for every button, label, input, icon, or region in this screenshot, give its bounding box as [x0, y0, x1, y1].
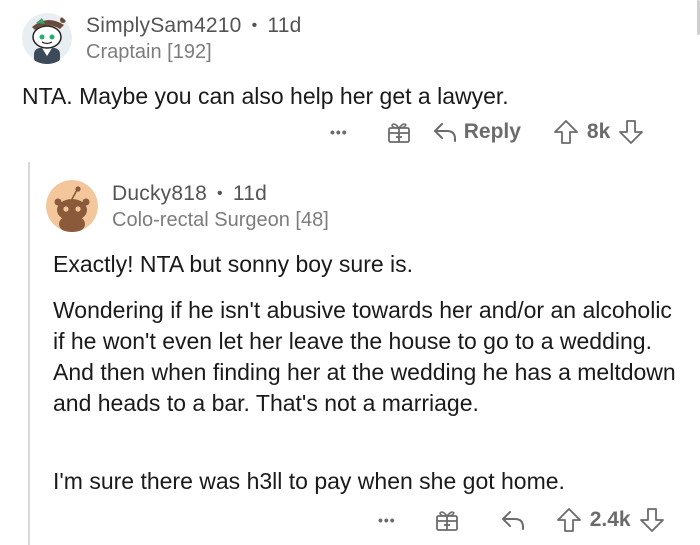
- user-flair: Craptain [192]: [86, 41, 212, 63]
- upvote-button[interactable]: [553, 119, 579, 145]
- comment-actions-2: ••• 2.4k: [378, 505, 665, 535]
- reply-button[interactable]: [500, 508, 526, 532]
- meta-separator: •: [217, 185, 223, 203]
- reply-arrow-icon: [501, 511, 524, 530]
- upvote-button[interactable]: [556, 507, 582, 533]
- snoo-avatar-tan-icon: [46, 180, 98, 232]
- avatar-ducky818[interactable]: [46, 180, 98, 232]
- reply-arrow-icon: [433, 123, 456, 142]
- comment-body: NTA. Maybe you can also help her get a l…: [22, 83, 509, 109]
- upvote-arrow-icon: [556, 508, 581, 532]
- downvote-button[interactable]: [618, 119, 644, 145]
- user-flair: Colo-rectal Surgeon [48]: [112, 209, 329, 231]
- award-button[interactable]: [434, 507, 460, 533]
- comment-actions-1: ••• Reply 8k: [330, 117, 644, 147]
- vote-count: 8k: [586, 120, 611, 143]
- comment-body: I'm sure there was h3ll to pay when she …: [53, 468, 565, 494]
- award-button[interactable]: [386, 119, 412, 145]
- snoo-avatar-with-hat-icon: [22, 13, 72, 64]
- upvote-arrow-icon: [554, 120, 578, 144]
- downvote-arrow-icon: [619, 120, 644, 144]
- more-options-button[interactable]: •••: [330, 124, 348, 140]
- comment-age: 11d: [267, 14, 302, 37]
- vote-count: 2.4k: [589, 508, 631, 531]
- gift-award-icon: [387, 123, 410, 143]
- thread-line[interactable]: [28, 162, 30, 545]
- comment-body: Exactly! NTA but sonny boy sure is.: [53, 251, 414, 277]
- comment-body: Wondering if he isn't abusive towards he…: [53, 297, 676, 416]
- reply-label: Reply: [463, 120, 521, 143]
- comment-age: 11d: [232, 182, 267, 205]
- downvote-button[interactable]: [639, 507, 665, 533]
- downvote-arrow-icon: [639, 508, 664, 532]
- username-ducky818[interactable]: Ducky818: [112, 182, 207, 205]
- more-options-button[interactable]: •••: [378, 512, 396, 528]
- avatar-simplysam4210[interactable]: [22, 12, 72, 64]
- gift-award-icon: [435, 511, 458, 531]
- reply-button[interactable]: Reply: [432, 120, 521, 144]
- username-simplysam4210[interactable]: SimplySam4210: [86, 14, 242, 37]
- comment-header-2: Ducky818 • 11d: [112, 182, 267, 206]
- comment-header-1: SimplySam4210 • 11d: [86, 14, 302, 38]
- meta-separator: •: [251, 17, 258, 35]
